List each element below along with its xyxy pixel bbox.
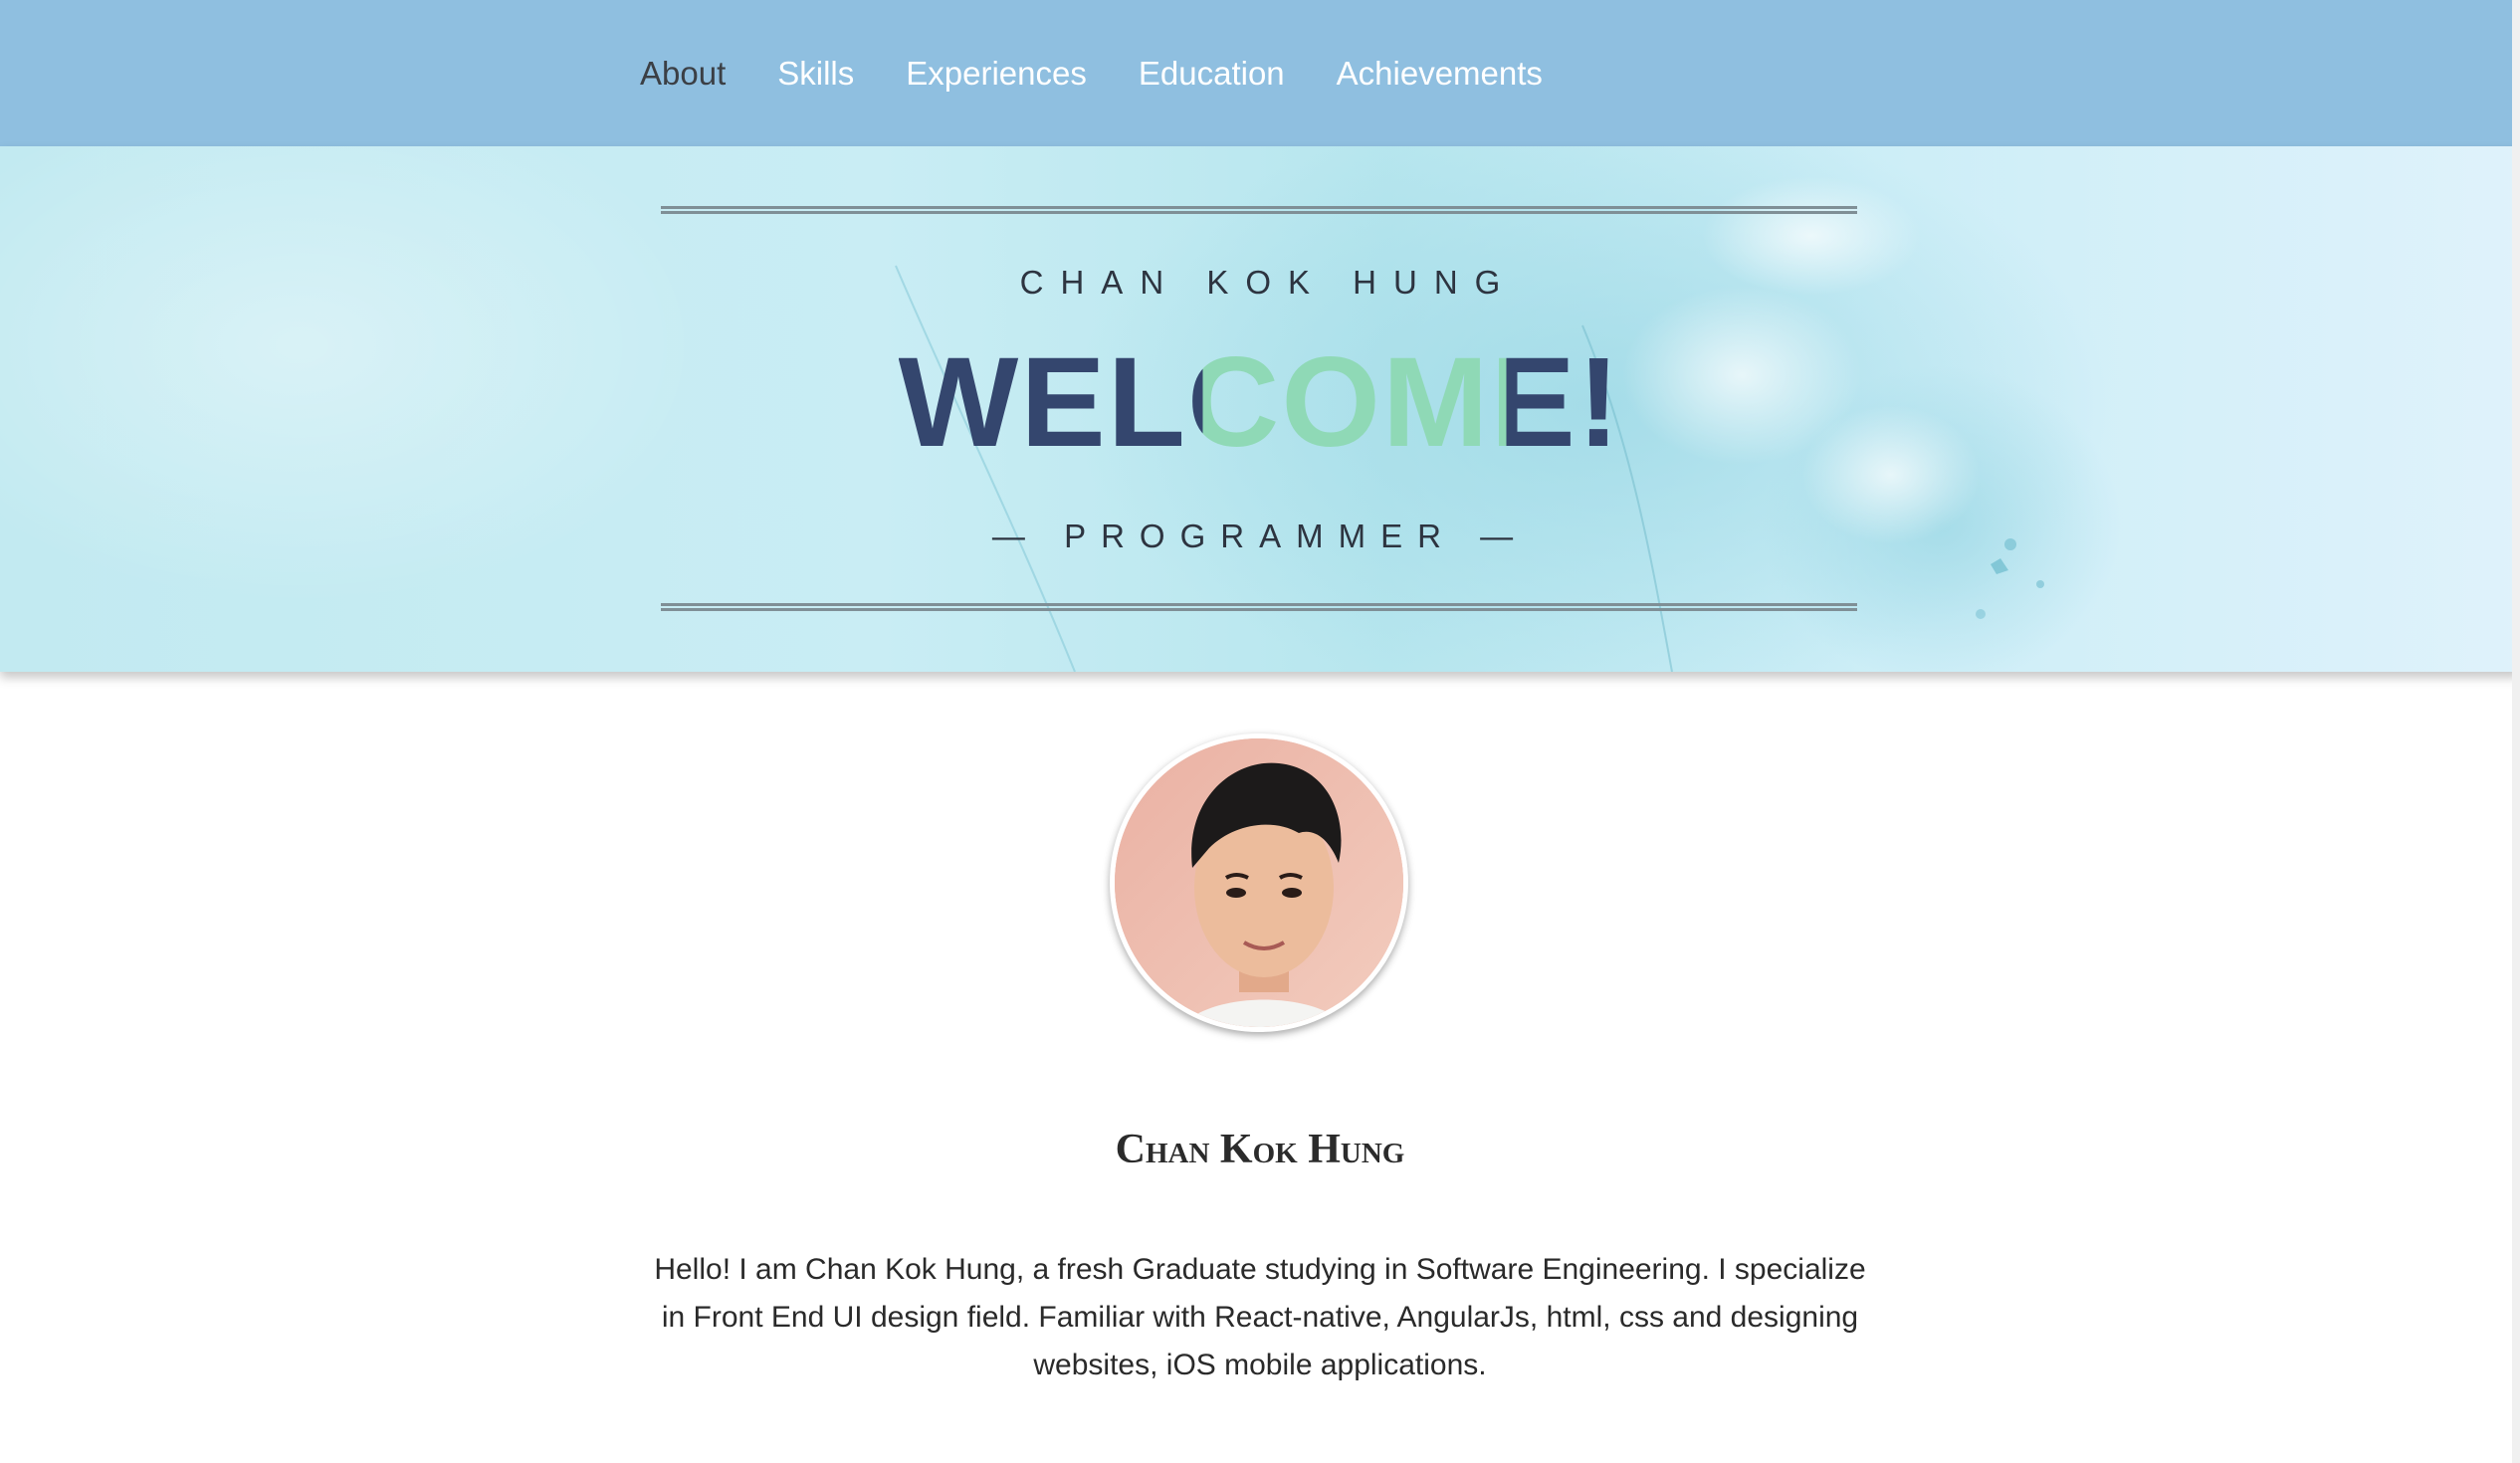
nav-item-achievements[interactable]: Achievements bbox=[1337, 55, 1543, 93]
profile-name: Chan Kok Hung bbox=[1115, 1127, 1405, 1172]
welcome-text: WELCOME! bbox=[898, 331, 1622, 474]
page-scrollbar[interactable] bbox=[2512, 0, 2520, 1463]
profile-photo bbox=[1115, 738, 1403, 1027]
hero-role: — PROGRAMMER — bbox=[991, 518, 1529, 554]
nav-item-experiences[interactable]: Experiences bbox=[906, 55, 1087, 93]
nav-item-about[interactable]: About bbox=[640, 55, 726, 93]
hero-name: CHAN KOK HUNG bbox=[1019, 264, 1518, 301]
profile-bio: Hello! I am Chan Kok Hung, a fresh Gradu… bbox=[654, 1253, 1866, 1381]
profile-avatar bbox=[1110, 733, 1408, 1032]
page: About Skills Experiences Education Achie… bbox=[0, 0, 2520, 1463]
hero-banner: CHAN KOK HUNG WELCOME! — PROGRAMMER — bbox=[0, 146, 2520, 672]
nav-item-education[interactable]: Education bbox=[1139, 55, 1285, 93]
hero-top-rule bbox=[661, 206, 1857, 214]
nav-item-skills[interactable]: Skills bbox=[777, 55, 854, 93]
hero-welcome: WELCOME! bbox=[0, 333, 2520, 473]
top-navbar: About Skills Experiences Education Achie… bbox=[0, 0, 2520, 146]
nav-list: About Skills Experiences Education Achie… bbox=[640, 0, 1543, 146]
hero-bottom-rule bbox=[661, 603, 1857, 611]
